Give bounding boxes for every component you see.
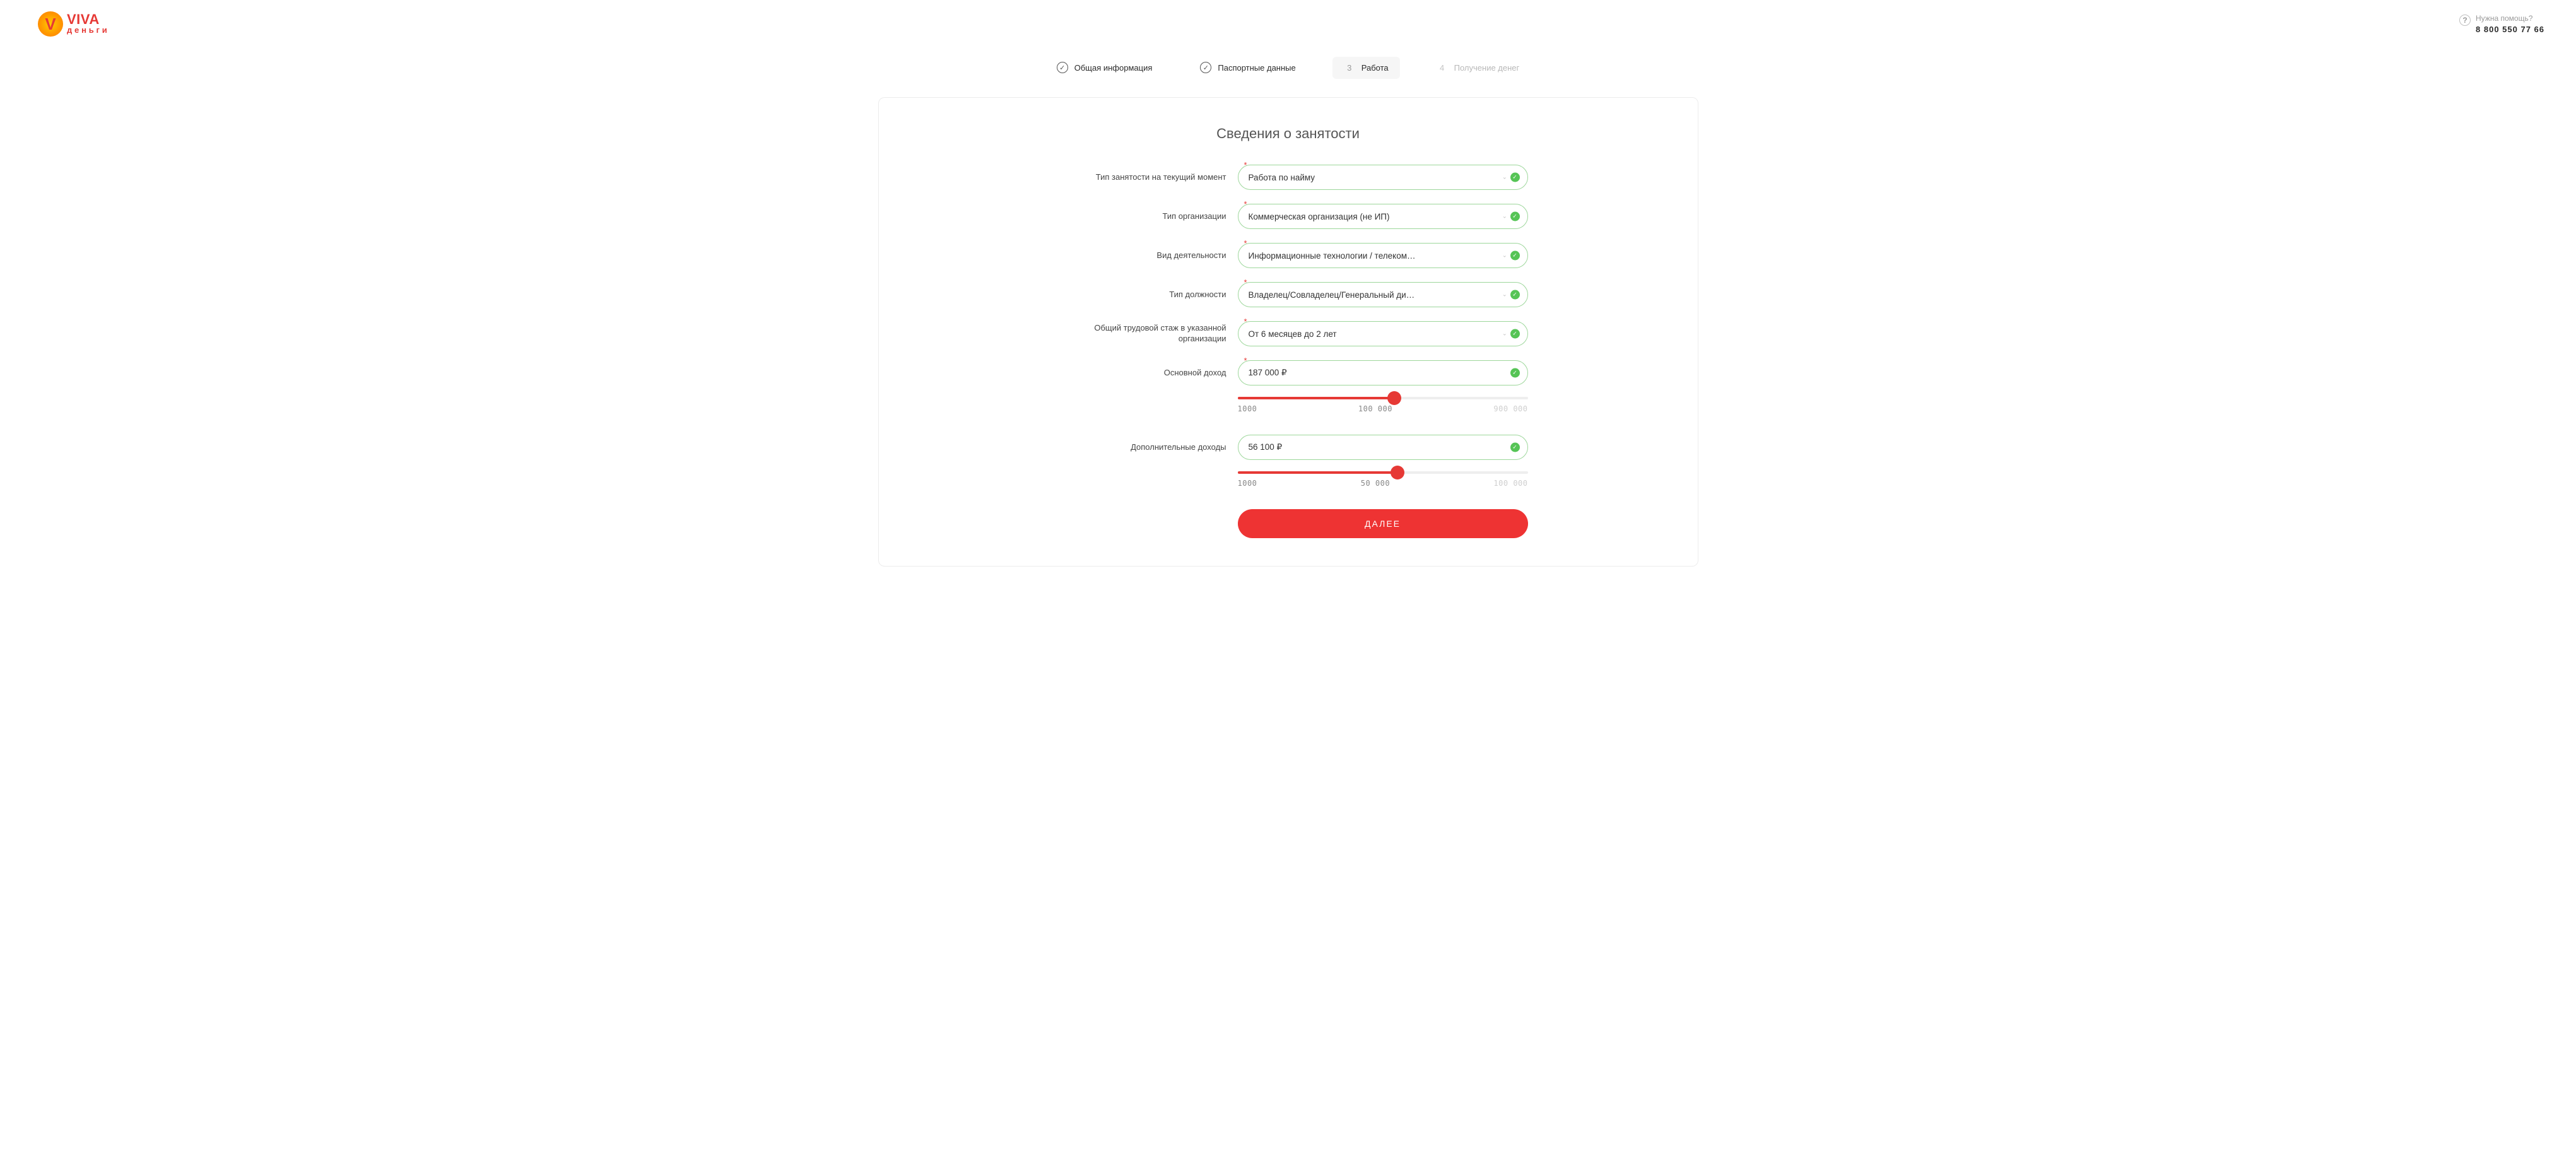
valid-icon: ✓ <box>1510 443 1520 452</box>
step-number: 4 <box>1437 63 1448 73</box>
form-card: Сведения о занятости Тип занятости на те… <box>878 97 1698 567</box>
step-passport[interactable]: ✓ Паспортные данные <box>1189 56 1307 79</box>
slider-thumb[interactable] <box>1391 466 1404 479</box>
slider-extra-income[interactable] <box>1238 471 1528 474</box>
help-block: ? Нужна помощь? 8 800 550 77 66 <box>2459 14 2544 34</box>
label-tenure: Общий трудовой стаж в указанной организа… <box>1049 323 1238 344</box>
valid-icon: ✓ <box>1510 212 1520 221</box>
slider-max: 900 000 <box>1493 404 1527 413</box>
step-label: Общая информация <box>1074 63 1153 73</box>
select-activity[interactable]: Информационные технологии / телеком… ⌄ ✓ <box>1238 243 1528 268</box>
valid-icon: ✓ <box>1510 251 1520 261</box>
help-phone[interactable]: 8 800 550 77 66 <box>2476 25 2544 34</box>
step-general-info[interactable]: ✓ Общая информация <box>1045 56 1164 79</box>
slider-thumb[interactable] <box>1387 391 1401 405</box>
slider-max: 100 000 <box>1493 479 1527 488</box>
valid-icon: ✓ <box>1510 290 1520 300</box>
header: V VIVA деньги ? Нужна помощь? 8 800 550 … <box>0 0 2576 48</box>
logo-icon: V <box>38 11 63 37</box>
step-label: Паспортные данные <box>1218 63 1295 73</box>
step-label: Работа <box>1362 63 1389 73</box>
valid-icon: ✓ <box>1510 368 1520 378</box>
slider-income[interactable] <box>1238 397 1528 399</box>
valid-icon: ✓ <box>1510 329 1520 339</box>
input-extra-income[interactable]: 56 100 ₽ ✓ <box>1238 435 1528 460</box>
chevron-down-icon: ⌄ <box>1502 291 1507 298</box>
check-icon: ✓ <box>1200 62 1211 73</box>
step-number: 3 <box>1344 63 1355 73</box>
slider-mid: 50 000 <box>1361 479 1390 488</box>
select-employment-type[interactable]: Работа по найму ⌄ ✓ <box>1238 165 1528 190</box>
chevron-down-icon: ⌄ <box>1502 252 1507 259</box>
chevron-down-icon: ⌄ <box>1502 331 1507 338</box>
label-employment-type: Тип занятости на текущий момент <box>1049 172 1238 183</box>
slider-mid: 100 000 <box>1358 404 1392 413</box>
select-position[interactable]: Владелец/Совладелец/Генеральный ди… ⌄ ✓ <box>1238 282 1528 307</box>
label-activity: Вид деятельности <box>1049 250 1238 261</box>
logo[interactable]: V VIVA деньги <box>38 11 110 37</box>
page-title: Сведения о занятости <box>904 126 1673 142</box>
step-label: Получение денег <box>1454 63 1520 73</box>
slider-min: 1000 <box>1238 404 1257 413</box>
label-org-type: Тип организации <box>1049 211 1238 222</box>
logo-text-bottom: деньги <box>67 26 110 34</box>
label-position: Тип должности <box>1049 290 1238 300</box>
chevron-down-icon: ⌄ <box>1502 174 1507 181</box>
step-work[interactable]: 3 Работа <box>1332 57 1400 79</box>
logo-text-top: VIVA <box>67 13 110 26</box>
step-payout: 4 Получение денег <box>1425 57 1531 79</box>
stepper: ✓ Общая информация ✓ Паспортные данные 3… <box>0 56 2576 79</box>
chevron-down-icon: ⌄ <box>1502 213 1507 220</box>
label-extra-income: Дополнительные доходы <box>1049 442 1238 453</box>
help-icon[interactable]: ? <box>2459 15 2471 26</box>
help-label: Нужна помощь? <box>2476 14 2544 23</box>
label-income: Основной доход <box>1049 368 1238 379</box>
check-icon: ✓ <box>1057 62 1068 73</box>
next-button[interactable]: ДАЛЕЕ <box>1238 509 1528 538</box>
input-income[interactable]: 187 000 ₽ ✓ <box>1238 360 1528 385</box>
select-org-type[interactable]: Коммерческая организация (не ИП) ⌄ ✓ <box>1238 204 1528 229</box>
valid-icon: ✓ <box>1510 173 1520 182</box>
select-tenure[interactable]: От 6 месяцев до 2 лет ⌄ ✓ <box>1238 321 1528 346</box>
slider-min: 1000 <box>1238 479 1257 488</box>
